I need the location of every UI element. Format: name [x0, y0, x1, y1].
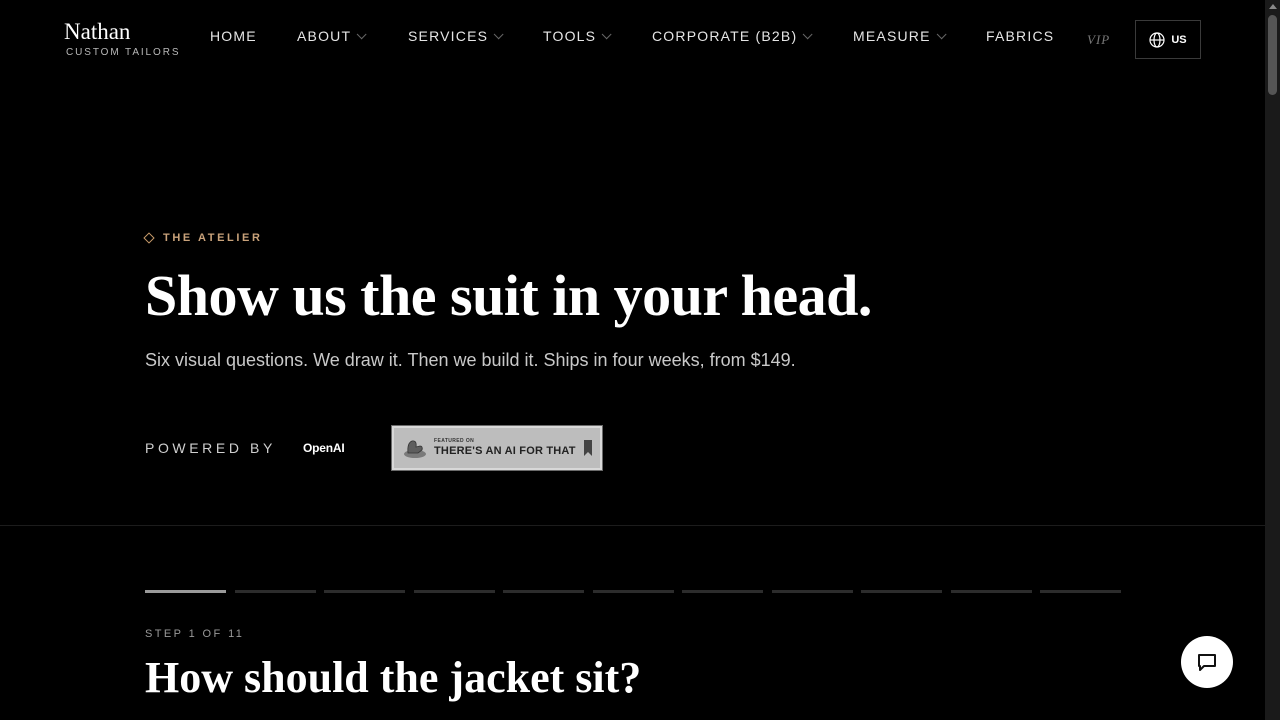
nav-item-vip[interactable]: VIP	[1087, 32, 1110, 48]
step-progress-bar	[145, 590, 1121, 594]
nav-label: TOOLS	[543, 28, 597, 44]
hero-eyebrow: THE ATELIER	[143, 232, 263, 244]
progress-segment	[324, 590, 405, 593]
page: Nathan CUSTOM TAILORS HOME ABOUT SERVICE…	[0, 0, 1280, 720]
progress-segment	[145, 590, 226, 593]
progress-segment	[950, 590, 1032, 593]
hero-title: Show us the suit in your head.	[145, 263, 872, 328]
nav-item-home[interactable]: HOME	[210, 28, 257, 44]
nav-item-tools[interactable]: TOOLS	[543, 28, 612, 44]
chevron-down-icon	[601, 28, 612, 39]
nav-item-measure[interactable]: MEASURE	[853, 28, 947, 44]
progress-segment	[682, 590, 763, 593]
page-scrollbar[interactable]	[1265, 0, 1280, 720]
step-label: STEP 1 OF 11	[145, 628, 245, 640]
nav-item-fabrics[interactable]: FABRICS	[986, 28, 1054, 44]
progress-segment	[861, 590, 942, 593]
eyebrow-text: THE ATELIER	[163, 232, 263, 244]
diamond-icon	[143, 232, 155, 244]
nav-label: HOME	[210, 28, 257, 44]
region-selector-button[interactable]: US	[1135, 20, 1201, 59]
region-label: US	[1171, 33, 1187, 46]
progress-segment	[413, 590, 495, 593]
logo[interactable]: Nathan CUSTOM TAILORS	[64, 19, 180, 58]
progress-segment	[592, 590, 674, 593]
nav-item-about[interactable]: ABOUT	[297, 28, 367, 44]
section-divider	[0, 525, 1265, 526]
chevron-down-icon	[802, 28, 813, 39]
chat-button[interactable]	[1181, 636, 1233, 688]
badge-small-text: FEATURED ON	[434, 438, 475, 444]
nav-label: CORPORATE (B2B)	[652, 28, 798, 44]
nav-label: SERVICES	[408, 28, 489, 44]
step-question: How should the jacket sit?	[145, 653, 642, 702]
chevron-down-icon	[493, 28, 504, 39]
theres-an-ai-for-that-badge[interactable]: FEATURED ON THERE'S AN AI FOR THAT	[391, 425, 603, 471]
nav-label: MEASURE	[853, 28, 931, 44]
chat-bubble-icon	[1198, 654, 1216, 671]
nav-item-services[interactable]: SERVICES	[408, 28, 504, 44]
powered-by-label: POWERED BY	[145, 440, 276, 456]
nav-label: FABRICS	[986, 28, 1055, 44]
nav-label: ABOUT	[297, 28, 352, 44]
site-header: Nathan CUSTOM TAILORS HOME ABOUT SERVICE…	[0, 0, 1265, 78]
logo-name: Nathan	[64, 19, 131, 44]
progress-segment	[234, 590, 316, 593]
chevron-down-icon	[356, 28, 367, 39]
globe-icon	[1149, 31, 1165, 48]
bookmark-icon	[584, 440, 592, 456]
badge-big-text: THERE'S AN AI FOR THAT	[434, 445, 576, 457]
progress-segment	[771, 590, 853, 593]
progress-segment	[503, 590, 584, 593]
hero-subtitle: Six visual questions. We draw it. Then w…	[145, 350, 796, 370]
badge-text: FEATURED ON THERE'S AN AI FOR THAT	[434, 439, 576, 457]
nav-item-corporate[interactable]: CORPORATE (B2B)	[652, 28, 813, 44]
chevron-down-icon	[936, 28, 947, 39]
mascot-icon	[404, 440, 426, 458]
openai-logo: OpenAI	[303, 441, 345, 455]
scroll-thumb[interactable]	[1268, 15, 1277, 95]
logo-subtitle: CUSTOM TAILORS	[66, 47, 181, 58]
progress-segment	[1040, 590, 1121, 593]
scroll-up-arrow-icon[interactable]	[1269, 4, 1277, 9]
